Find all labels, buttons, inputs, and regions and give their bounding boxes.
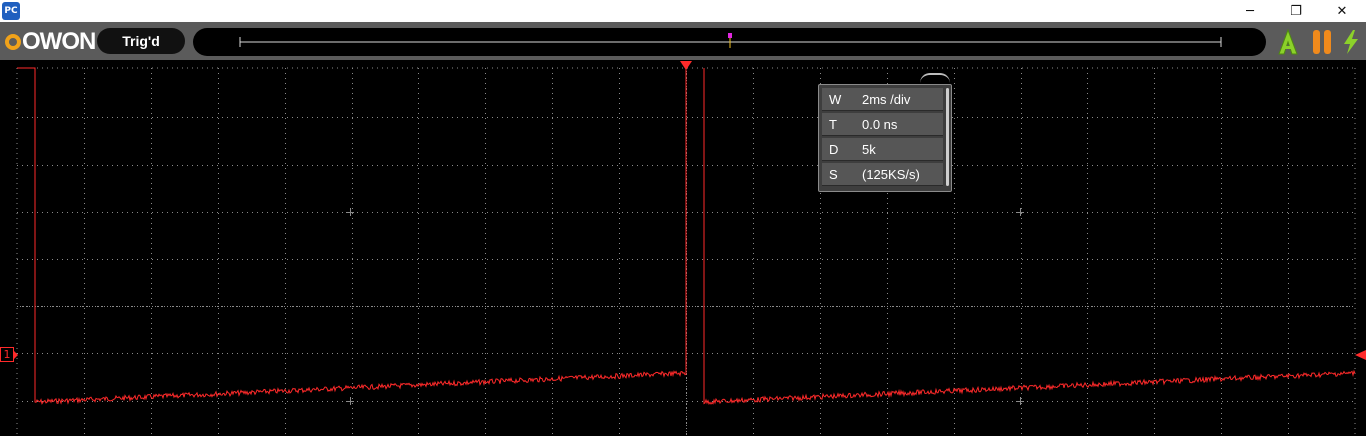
channel-1-marker-arrow (13, 350, 18, 360)
info-key: D (829, 142, 839, 157)
close-icon: ✕ (1336, 3, 1348, 19)
minimize-button[interactable]: ─ (1227, 0, 1273, 22)
window-titlebar: PC ─ ❐ ✕ (0, 0, 1366, 22)
info-row-trigger-time: T 0.0 ns (822, 113, 943, 136)
info-value: 2ms /div (862, 92, 911, 107)
close-button[interactable]: ✕ (1319, 0, 1365, 22)
info-value: 5k (862, 142, 876, 157)
lightning-icon (1344, 30, 1358, 54)
auto-set-icon (1278, 28, 1298, 55)
memory-position-bar[interactable] (193, 28, 1266, 56)
info-value: 0.0 ns (862, 117, 898, 132)
info-key: S (829, 167, 838, 182)
info-row-sample-rate: S (125KS/s) (822, 163, 943, 186)
logo-ring-icon (5, 34, 21, 50)
trigger-position-marker (728, 33, 732, 38)
logo-text: OWON (22, 28, 96, 55)
pause-icon-bar-left (1313, 30, 1320, 54)
scope-toolbar: OWON Trig'd (0, 22, 1366, 60)
owon-logo: OWON (5, 28, 96, 55)
restore-button[interactable]: ❐ (1273, 0, 1319, 22)
minimize-icon: ─ (1246, 3, 1254, 19)
auto-set-button[interactable] (1276, 28, 1300, 56)
restore-icon: ❐ (1290, 3, 1302, 19)
memory-position-graphic (239, 33, 1222, 48)
info-row-depth: D 5k (822, 138, 943, 161)
trigger-position-arrow[interactable] (680, 61, 692, 70)
quick-button[interactable] (1340, 28, 1362, 56)
trigger-level-arrow[interactable] (1355, 350, 1366, 360)
timebase-info-panel[interactable]: W 2ms /div T 0.0 ns D 5k S (125KS/s) (818, 84, 952, 192)
channel-1-waveform (17, 67, 1356, 406)
channel-1-marker[interactable]: 1 (0, 347, 14, 362)
info-value: (125KS/s) (862, 167, 920, 182)
waveform-display[interactable] (0, 60, 1366, 436)
app-icon: PC (2, 2, 20, 20)
trigger-status: Trig'd (97, 28, 185, 54)
info-row-window: W 2ms /div (822, 88, 943, 111)
channel-1-trace (17, 67, 1356, 406)
run-stop-button[interactable] (1311, 30, 1333, 54)
pause-icon-bar-right (1324, 30, 1331, 54)
info-panel-scrollbar[interactable] (946, 88, 949, 186)
info-key: T (829, 117, 837, 132)
info-key: W (829, 92, 842, 107)
